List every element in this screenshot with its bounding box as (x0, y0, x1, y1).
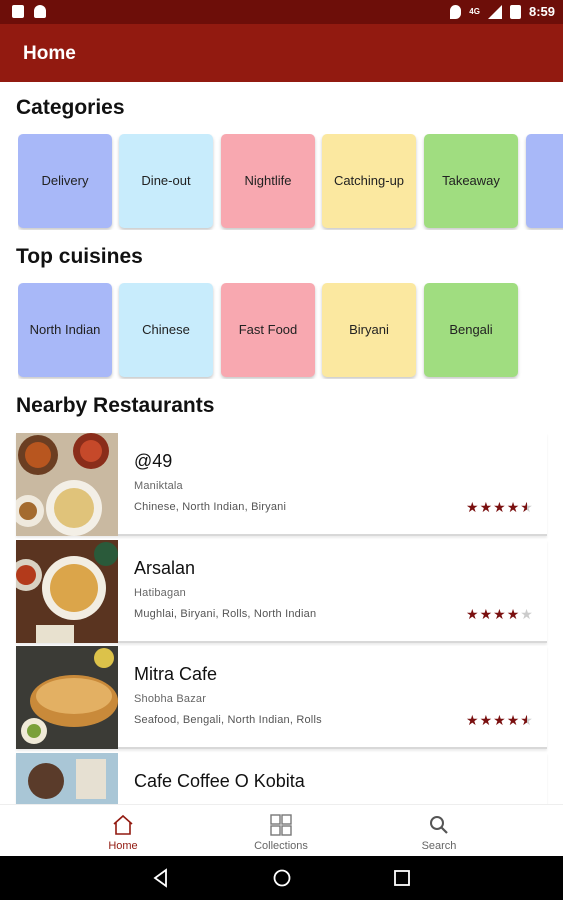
page-title: Home (23, 43, 76, 64)
restaurant-cuisines: Seafood, Bengali, North Indian, Rolls (134, 714, 322, 726)
cuisines-row: North Indian Chinese Fast Food Biryani B… (18, 283, 563, 379)
categories-row: Delivery Dine-out Nightlife Catching-up … (18, 134, 563, 230)
restaurant-area: Hatibagan (134, 587, 186, 599)
category-chip[interactable]: Takeaway (424, 134, 518, 228)
star-icon: ★ (506, 499, 521, 515)
nav-search[interactable]: Search (379, 805, 499, 857)
bottom-navigation: Home Collections Search (0, 804, 563, 856)
system-nav-bar (0, 856, 563, 900)
star-icon: ★ (479, 499, 494, 515)
restaurant-thumbnail (16, 753, 118, 804)
restaurant-thumbnail (16, 433, 118, 536)
search-icon (430, 816, 448, 834)
recents-icon[interactable] (392, 868, 412, 888)
grid-icon (270, 814, 292, 836)
nav-collections-label: Collections (254, 840, 308, 852)
rating-stars: ★★★★★ (466, 712, 534, 729)
cuisine-chip[interactable]: Chinese (119, 283, 213, 377)
star-icon: ★ (493, 606, 507, 622)
category-chip[interactable]: Catching-up (322, 134, 416, 228)
star-icon: ★ (520, 712, 534, 728)
restaurant-thumbnail (16, 540, 118, 643)
clock: 8:59 (528, 4, 555, 19)
cuisine-chip[interactable]: North Indian (18, 283, 112, 377)
status-bar: 4G 8:59 (0, 0, 563, 24)
restaurant-name: Arsalan (134, 558, 196, 578)
location-icon (450, 4, 462, 19)
nav-home-label: Home (108, 840, 138, 852)
cuisine-chip[interactable]: Biryani (322, 283, 416, 377)
restaurant-area: Shobha Bazar (134, 693, 207, 705)
restaurant-name: Cafe Coffee O Kobita (134, 771, 305, 791)
home-icon (113, 814, 133, 835)
category-chip[interactable]: Dine-out (119, 134, 213, 228)
back-icon[interactable] (151, 868, 171, 888)
star-icon: ★ (479, 606, 494, 622)
restaurant-card[interactable]: @49 Maniktala Chinese, North Indian, Bir… (16, 433, 547, 536)
star-icon: ★ (479, 712, 494, 728)
star-icon: ★ (506, 606, 521, 622)
cuisine-chip[interactable]: Bengali (424, 283, 518, 377)
categories-title: Categories (16, 96, 125, 119)
star-icon: ★ (466, 606, 480, 622)
star-icon: ★ (506, 712, 521, 728)
star-icon: ★ (520, 606, 534, 622)
restaurant-name: @49 (134, 451, 173, 471)
app-bar: Home (0, 24, 563, 82)
restaurant-thumbnail (16, 646, 118, 749)
category-chip[interactable]: Delivery (18, 134, 112, 228)
notification-icon (12, 5, 24, 18)
restaurant-cuisines: Mughlai, Biryani, Rolls, North Indian (134, 608, 317, 620)
restaurant-area: Maniktala (134, 480, 183, 492)
network-type: 4G (469, 7, 480, 16)
category-chip[interactable]: Nightlife (221, 134, 315, 228)
star-icon: ★ (520, 499, 534, 515)
star-icon: ★ (493, 499, 507, 515)
cuisine-chip[interactable]: Fast Food (221, 283, 315, 377)
signal-icon (487, 4, 502, 19)
rating-stars: ★★★★★ (466, 606, 534, 623)
star-icon: ★ (466, 712, 480, 728)
nav-home[interactable]: Home (63, 805, 183, 857)
star-icon: ★ (493, 712, 507, 728)
category-chip[interactable]: C (526, 134, 563, 228)
restaurant-card[interactable]: Arsalan Hatibagan Mughlai, Biryani, Roll… (16, 540, 547, 643)
restaurant-name: Mitra Cafe (134, 664, 218, 684)
home-button-icon[interactable] (272, 868, 292, 888)
nav-collections[interactable]: Collections (221, 805, 341, 857)
android-icon (34, 5, 46, 18)
top-cuisines-title: Top cuisines (16, 245, 143, 268)
nearby-restaurants-title: Nearby Restaurants (16, 394, 215, 417)
restaurant-card[interactable]: Cafe Coffee O Kobita (16, 753, 547, 804)
restaurant-card[interactable]: Mitra Cafe Shobha Bazar Seafood, Bengali… (16, 646, 547, 749)
star-icon: ★ (466, 499, 480, 515)
battery-icon (509, 4, 521, 19)
restaurant-cuisines: Chinese, North Indian, Biryani (134, 501, 287, 513)
nav-search-label: Search (421, 840, 457, 852)
rating-stars: ★★★★★ (466, 499, 534, 516)
